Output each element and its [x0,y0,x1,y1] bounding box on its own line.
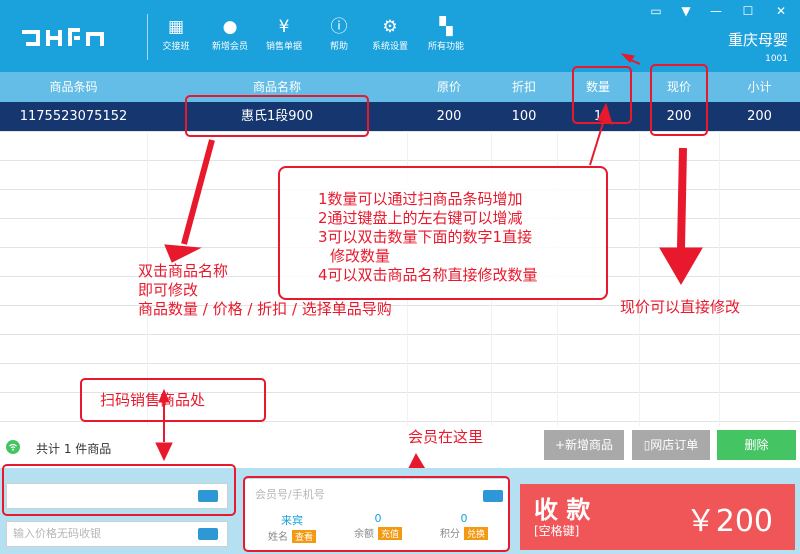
checkout-button[interactable]: 收 款 [空格键] ￥200 [520,484,795,550]
member-panel-highlight [243,476,510,552]
quantity-tip-line: 3可以双击数量下面的数字1直接 [318,228,533,246]
toolbar-label: 销售单据 [265,42,302,52]
column-header-barcode[interactable]: 商品条码 [0,72,147,102]
toolbar-label: 系统设置 [371,42,408,52]
cell-subtotal: 200 [747,109,772,124]
gear-icon: ⚙ [382,17,398,37]
store-id: 1001 [765,54,788,64]
member-tip: 会员在这里 [408,428,484,446]
message-icon[interactable]: ▭ [645,2,667,20]
current-price-highlight [650,64,708,136]
wifi-icon [6,440,20,454]
quantity-tip-line: 1数量可以通过扫商品条码增加 [318,190,523,208]
toolbar-label: 交接班 [162,42,190,52]
delete-button[interactable]: 删除 [717,430,796,460]
quantity-highlight [572,66,632,124]
cell-discount[interactable]: 100 [491,102,557,131]
name-tip-line: 商品数量 / 价格 / 折扣 / 选择单品导购 [138,300,392,318]
quantity-tips-note: 1数量可以通过扫商品条码增加 2通过键盘上的左右键可以增减 3可以双击数量下面的… [278,166,608,300]
shift-icon: ▦ [167,17,185,37]
add-product-button[interactable]: +新增商品 [544,430,624,460]
close-icon[interactable]: ✕ [770,2,792,20]
item-count: 共计 1 件商品 [36,442,112,456]
quantity-tip-line: 修改数量 [330,247,391,265]
receipt-icon: ¥ [278,17,290,37]
scan-tip-box: 扫码销售商品处 [80,378,266,422]
checkout-amount: ￥200 [685,504,773,539]
online-order-label: 网店订单 [650,438,699,452]
shift-handover-button[interactable]: ▦ 交接班 [148,14,204,64]
product-name-highlight [185,95,369,137]
minimize-icon[interactable]: — [705,2,727,20]
name-tip-line: 双击商品名称 [138,262,229,280]
maximize-icon[interactable]: ☐ [737,2,759,20]
column-header-discount[interactable]: 折扣 [491,72,557,102]
toolbar-label: 新增会员 [211,42,248,52]
checkout-shortcut: [空格键] [534,524,580,538]
system-settings-button[interactable]: ⚙ 系统设置 [362,14,418,64]
keyboard-icon[interactable] [198,528,218,540]
scan-input-highlight [2,464,236,516]
column-header-original-price[interactable]: 原价 [407,72,491,102]
price-tip: 现价可以直接修改 [620,298,741,316]
cell-original-price: 200 [436,109,462,124]
cell-barcode: 1175523075152 [19,109,128,124]
toolbar-label: 所有功能 [427,42,464,52]
all-functions-button[interactable]: ▚ 所有功能 [418,14,474,64]
quantity-tip-line: 2通过键盘上的左右键可以增减 [318,209,523,227]
store-name: 重庆母婴 [727,31,788,49]
grid-icon: ▚ [439,17,453,37]
name-tip-line: 即可修改 [138,281,199,299]
info-icon: ⓘ [330,17,348,37]
toolbar-label: 帮助 [329,42,348,52]
online-order-button[interactable]: ▯网店订单 [632,430,710,460]
checkout-title: 收 款 [534,496,591,524]
quantity-tip-line: 4可以双击商品名称直接修改数量 [318,266,538,284]
add-member-button[interactable]: ● 新增会员 [202,14,258,64]
member-icon: ● [222,17,238,37]
column-header-subtotal[interactable]: 小计 [719,72,800,102]
price-input[interactable]: 输入价格无码收银 [6,521,228,547]
scan-tip: 扫码销售商品处 [100,391,206,409]
help-button[interactable]: ⓘ 帮助 [311,14,367,64]
sales-receipts-button[interactable]: ¥ 销售单据 [256,14,312,64]
app-logo [22,28,104,46]
skin-icon[interactable]: ▼ [675,2,697,20]
top-bar: ▦ 交接班 ● 新增会员 ¥ 销售单据 ⓘ 帮助 ⚙ 系统设置 ▚ 所有功能 ▭… [0,0,800,72]
